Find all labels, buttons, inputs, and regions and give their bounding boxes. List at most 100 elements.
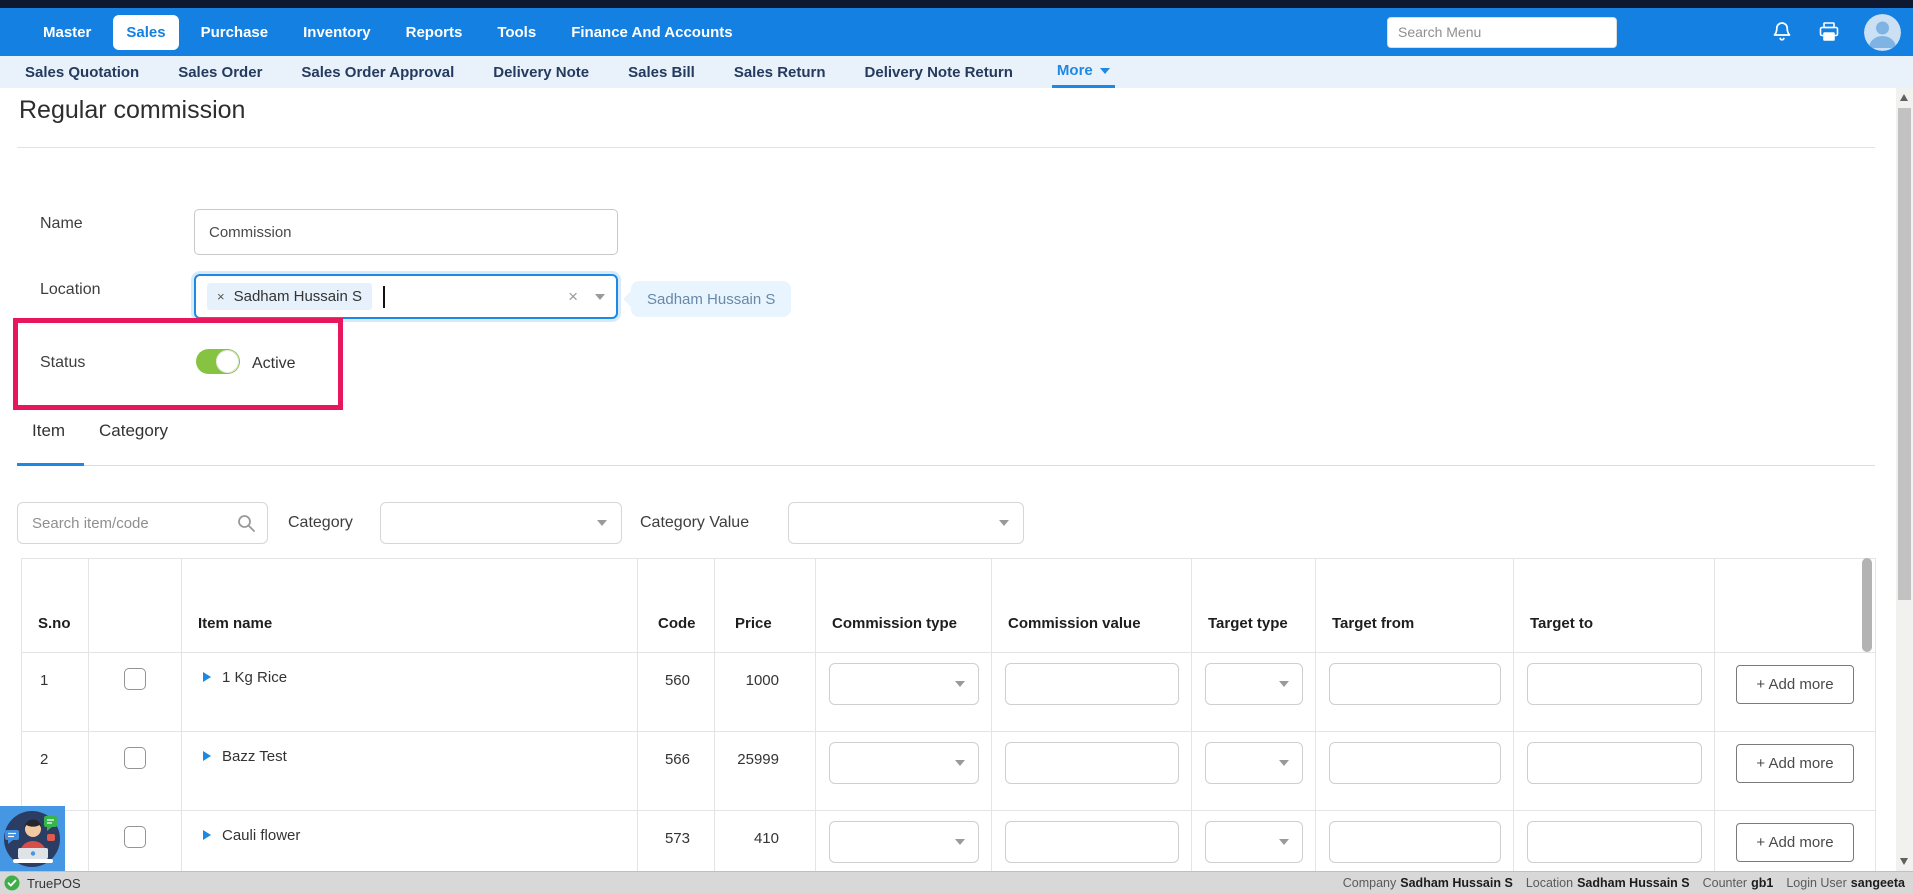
clear-icon[interactable]: × [568, 288, 578, 305]
scroll-down-arrow-icon[interactable] [1900, 858, 1908, 865]
col-header-price: Price [715, 559, 816, 653]
scroll-up-arrow-icon[interactable] [1900, 94, 1908, 101]
bell-icon[interactable] [1770, 20, 1794, 44]
row-checkbox[interactable] [124, 826, 146, 848]
subnav-delivery-note-return[interactable]: Delivery Note Return [865, 56, 1013, 88]
scrollbar-thumb[interactable] [1898, 108, 1911, 600]
commission-value-input[interactable] [1005, 821, 1179, 863]
target-to-input[interactable] [1527, 821, 1702, 863]
location-chip: × Sadham Hussain S [207, 283, 372, 310]
table-cell: Bazz Test [182, 732, 638, 811]
subnav-sales-order[interactable]: Sales Order [178, 56, 262, 88]
add-more-button[interactable]: + Add more [1736, 665, 1854, 704]
target-type-dropdown[interactable] [1205, 821, 1303, 863]
nav-purchase[interactable]: Purchase [188, 15, 282, 50]
main-content: Regular commission Name Location × Sadha… [0, 88, 1896, 871]
tab-item[interactable]: Item [32, 421, 65, 441]
nav-finance-and-accounts[interactable]: Finance And Accounts [558, 15, 745, 50]
counter-info: Countergb1 [1703, 876, 1774, 890]
commission-value-input[interactable] [1005, 742, 1179, 784]
col-header-code: Code [638, 559, 715, 653]
commission-type-dropdown[interactable] [829, 742, 979, 784]
avatar[interactable] [1864, 14, 1901, 51]
category-value-dropdown[interactable] [788, 502, 1024, 544]
col-header-select [89, 559, 182, 653]
printer-icon[interactable] [1817, 20, 1841, 44]
subnav-more[interactable]: More [1052, 56, 1115, 88]
location-info: LocationSadham Hussain S [1526, 876, 1690, 890]
subnav-sales-order-approval[interactable]: Sales Order Approval [301, 56, 454, 88]
col-header-item-name: Item name [182, 559, 638, 653]
item-price: 410 [715, 811, 816, 871]
status-toggle[interactable] [196, 349, 240, 374]
chip-remove-icon[interactable]: × [217, 290, 225, 303]
table-cell [89, 653, 182, 732]
target-from-input[interactable] [1329, 821, 1501, 863]
col-header-sno: S.no [22, 559, 89, 653]
expand-triangle-icon[interactable] [203, 751, 211, 761]
row-checkbox[interactable] [124, 668, 146, 690]
active-tab-underline [17, 463, 84, 466]
name-input[interactable] [194, 209, 618, 255]
target-type-dropdown[interactable] [1205, 742, 1303, 784]
category-dropdown[interactable] [380, 502, 622, 544]
location-label: Location [40, 281, 101, 299]
browser-scrollbar[interactable] [1896, 88, 1913, 871]
target-from-input[interactable] [1329, 663, 1501, 705]
session-info: CompanySadham Hussain S LocationSadham H… [1343, 876, 1905, 890]
table-cell: + Add more [1715, 811, 1876, 871]
category-label: Category [288, 514, 353, 532]
expand-triangle-icon[interactable] [203, 672, 211, 682]
commission-type-dropdown[interactable] [829, 663, 979, 705]
tab-category[interactable]: Category [99, 421, 168, 441]
location-tooltip-text: Sadham Hussain S [647, 291, 775, 308]
table-cell [1514, 653, 1715, 732]
nav-tools[interactable]: Tools [484, 15, 549, 50]
commission-value-input[interactable] [1005, 663, 1179, 705]
nav-reports[interactable]: Reports [393, 15, 476, 50]
window-top-strip [0, 0, 1913, 8]
commission-type-dropdown[interactable] [829, 821, 979, 863]
support-chat-widget[interactable] [0, 806, 65, 871]
main-menu: Master Sales Purchase Inventory Reports … [30, 15, 746, 50]
table-cell [1316, 653, 1514, 732]
nav-sales[interactable]: Sales [113, 15, 178, 50]
nav-master[interactable]: Master [30, 15, 104, 50]
add-more-button[interactable]: + Add more [1736, 823, 1854, 862]
table-scrollbar-thumb[interactable] [1862, 558, 1872, 652]
status-label: Status [40, 354, 85, 372]
table-cell: 1 Kg Rice [182, 653, 638, 732]
target-to-input[interactable] [1527, 742, 1702, 784]
item-search-input[interactable] [17, 502, 268, 544]
item-name: Cauli flower [222, 827, 300, 844]
chevron-down-icon [955, 839, 965, 845]
subnav-more-label: More [1057, 62, 1093, 79]
tabs-divider [17, 465, 1875, 466]
item-code: 566 [638, 732, 715, 811]
target-from-input[interactable] [1329, 742, 1501, 784]
chevron-down-icon [955, 760, 965, 766]
subnav-sales-bill[interactable]: Sales Bill [628, 56, 695, 88]
title-divider [17, 147, 1875, 148]
subnav-sales-quotation[interactable]: Sales Quotation [25, 56, 139, 88]
expand-triangle-icon[interactable] [203, 830, 211, 840]
table-cell: + Add more [1715, 653, 1876, 732]
row-checkbox[interactable] [124, 747, 146, 769]
add-more-button[interactable]: + Add more [1736, 744, 1854, 783]
col-header-target-from: Target from [1316, 559, 1514, 653]
target-to-input[interactable] [1527, 663, 1702, 705]
status-value: Active [252, 355, 296, 373]
table-cell [992, 732, 1192, 811]
target-type-dropdown[interactable] [1205, 663, 1303, 705]
subnav-delivery-note[interactable]: Delivery Note [493, 56, 589, 88]
location-multiselect[interactable]: × Sadham Hussain S × [194, 274, 618, 319]
subnav-sales-return[interactable]: Sales Return [734, 56, 826, 88]
nav-inventory[interactable]: Inventory [290, 15, 384, 50]
commission-items-table: S.no Item name Code Price Commission typ… [21, 558, 1876, 871]
status-bar: TruePOS CompanySadham Hussain S Location… [0, 871, 1913, 894]
item-name: Bazz Test [222, 748, 287, 765]
chevron-down-icon [1100, 68, 1110, 74]
sales-submenu: Sales Quotation Sales Order Sales Order … [0, 56, 1913, 88]
menu-search-input[interactable] [1387, 17, 1617, 48]
chevron-down-icon[interactable] [595, 294, 605, 300]
